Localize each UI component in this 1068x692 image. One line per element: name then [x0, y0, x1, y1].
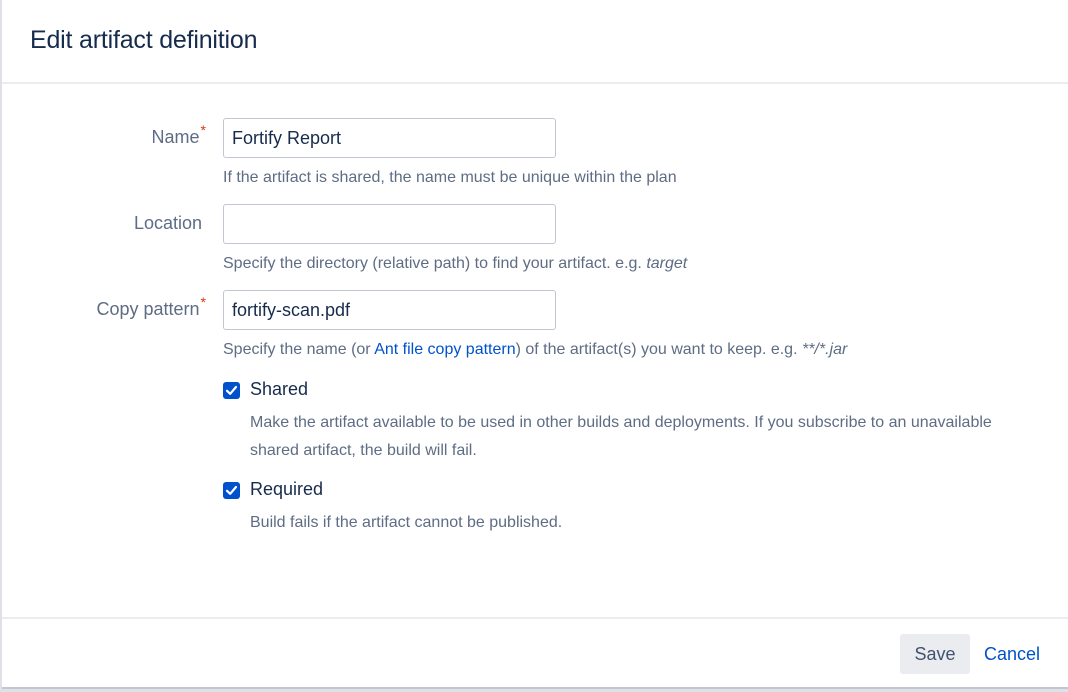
shared-description-line: shared artifact, the build will fail.: [250, 442, 477, 459]
shared-label[interactable]: Shared: [250, 379, 308, 400]
save-button[interactable]: Save: [900, 634, 970, 674]
copy-pattern-input[interactable]: [223, 290, 556, 330]
required-asterisk: *: [200, 294, 206, 310]
shared-checkbox[interactable]: [223, 382, 240, 399]
check-icon: [225, 385, 238, 395]
location-help-text: Specify the directory (relative path) to…: [223, 255, 647, 272]
name-label: Name*: [16, 122, 206, 148]
copy-pattern-help-middle: ) of the artifact(s) you want to keep. e…: [515, 341, 802, 358]
copy-pattern-help-example: **/*.jar: [801, 341, 848, 358]
shared-description: Make the artifact available to be used i…: [250, 409, 992, 465]
dialog-header: Edit artifact definition: [2, 0, 1068, 84]
name-label-text: Name: [151, 127, 200, 147]
copy-pattern-help: Specify the name (or Ant file copy patte…: [223, 341, 847, 359]
required-label[interactable]: Required: [250, 479, 323, 500]
shared-description-line: Make the artifact available to be used i…: [250, 414, 992, 431]
required-checkbox[interactable]: [223, 482, 240, 499]
check-icon: [225, 485, 238, 495]
dialog-footer: Save Cancel: [2, 617, 1068, 689]
copy-pattern-label: Copy pattern*: [16, 294, 206, 320]
location-label: Location: [133, 213, 202, 233]
dialog-title: Edit artifact definition: [30, 26, 258, 54]
location-help-example: target: [646, 255, 688, 272]
name-help: If the artifact is shared, the name must…: [223, 169, 677, 186]
name-input[interactable]: [223, 118, 556, 158]
edit-artifact-dialog: Edit artifact definition Name* If the ar…: [2, 0, 1068, 689]
ant-file-copy-pattern-link[interactable]: Ant file copy pattern: [374, 341, 515, 358]
copy-pattern-label-text: Copy pattern: [96, 299, 200, 319]
location-help: Specify the directory (relative path) to…: [223, 255, 687, 273]
location-input[interactable]: [223, 204, 556, 244]
cancel-button[interactable]: Cancel: [978, 634, 1046, 674]
copy-pattern-help-prefix: Specify the name (or: [223, 341, 375, 358]
required-asterisk: *: [200, 122, 206, 138]
required-description: Build fails if the artifact cannot be pu…: [250, 514, 563, 531]
